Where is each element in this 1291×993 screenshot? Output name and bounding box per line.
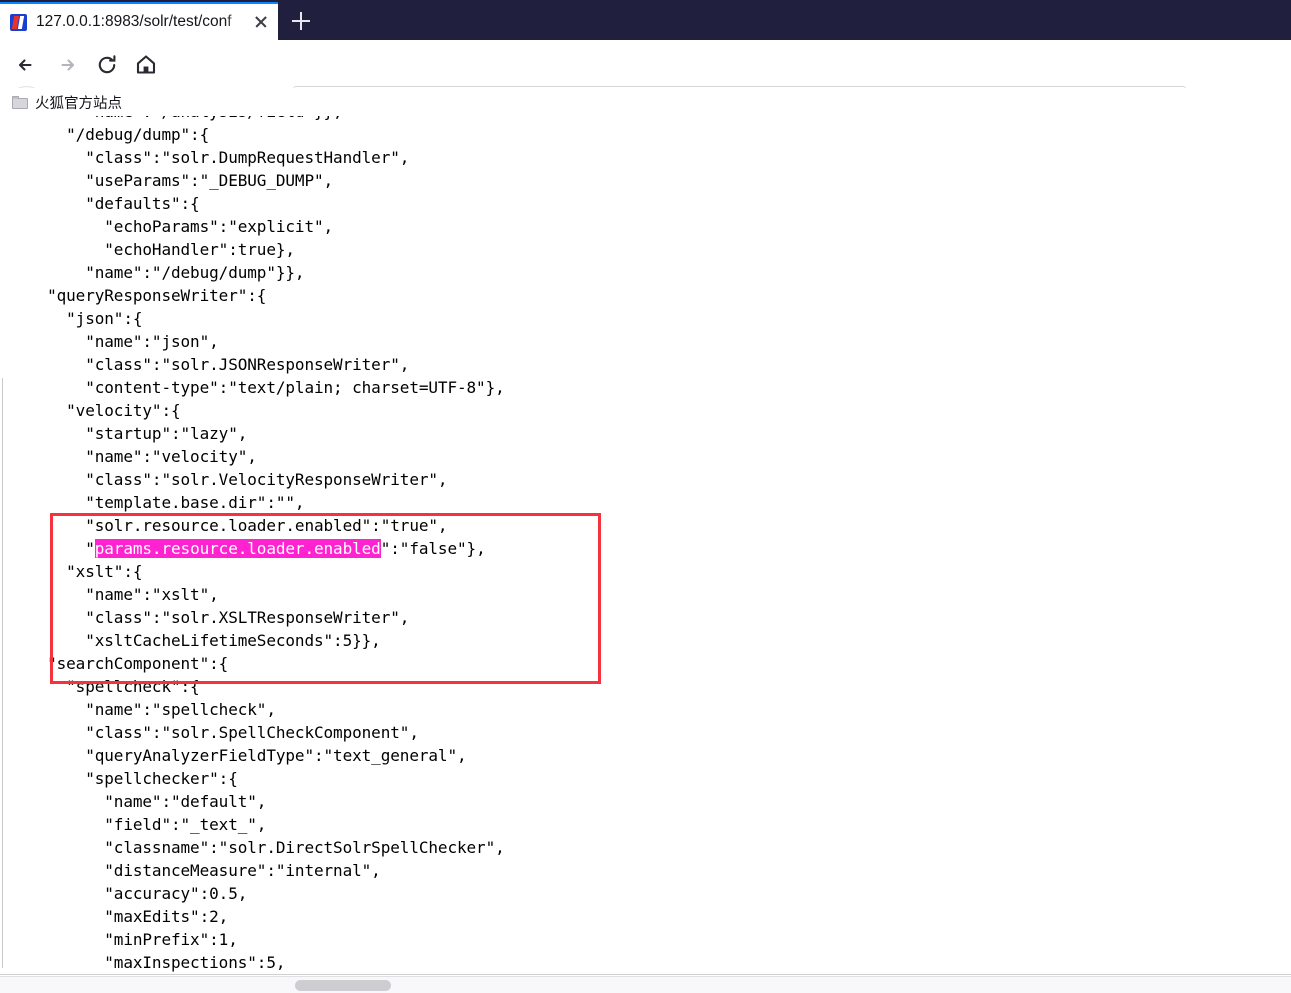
tab-strip: 127.0.0.1:8983/solr/test/conf xyxy=(0,0,1291,40)
scrollbar-thumb[interactable] xyxy=(295,980,391,991)
forward-button[interactable] xyxy=(50,48,84,82)
bookmark-label: 火狐官方站点 xyxy=(35,95,122,112)
tab-title: 127.0.0.1:8983/solr/test/conf xyxy=(36,13,232,30)
page-content: "name":"/analysis/field"}}, "/debug/dump… xyxy=(0,116,1291,976)
folder-icon xyxy=(12,95,28,109)
json-document: "name":"/analysis/field"}}, "/debug/dump… xyxy=(0,116,1291,976)
back-button[interactable] xyxy=(9,48,43,82)
new-tab-button[interactable] xyxy=(286,6,316,36)
json-config-text: "name":"/analysis/field"}}, "/debug/dump… xyxy=(47,116,505,972)
browser-window: 127.0.0.1:8983/solr/test/conf 火狐官方站点 "/d… xyxy=(0,0,1291,993)
firefox-site-favicon-icon xyxy=(10,13,27,31)
home-button[interactable] xyxy=(129,48,163,82)
content-bottom-rule xyxy=(0,974,1291,975)
horizontal-scrollbar[interactable] xyxy=(0,976,1291,993)
bookmarks-toolbar: 火狐官方站点 xyxy=(0,88,1291,116)
bookmark-item-firefox-official[interactable]: 火狐官方站点 xyxy=(0,90,128,115)
close-icon[interactable] xyxy=(250,11,272,33)
browser-tab[interactable]: 127.0.0.1:8983/solr/test/conf xyxy=(0,2,278,40)
highlighted-token: params.resource.loader.enabled xyxy=(94,539,381,558)
reload-button[interactable] xyxy=(90,48,124,82)
navigation-toolbar: 127.0.0.1:8983/solr/test/config xyxy=(0,40,1291,125)
